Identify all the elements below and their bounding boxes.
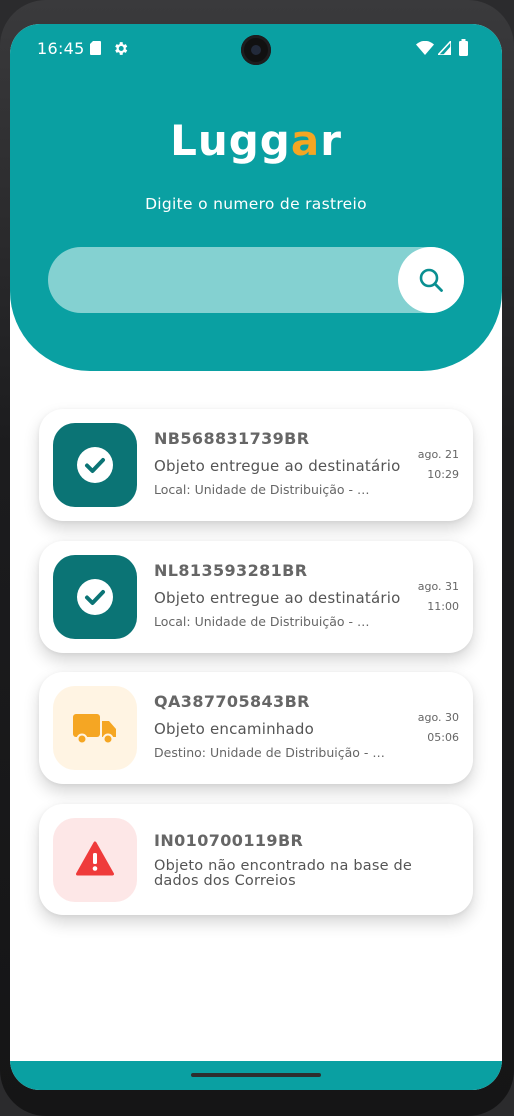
search-hint: Digite o numero de rastreio xyxy=(145,195,367,213)
front-camera xyxy=(241,35,271,65)
phone-frame: 16:45 Luggar Digite o numero de rastreio… xyxy=(0,0,514,1116)
package-date: ago. 21 xyxy=(417,448,459,461)
package-status: Objeto entregue ao destinatário xyxy=(154,457,401,475)
tracking-code: IN010700119BR xyxy=(154,831,304,850)
package-status: Objeto encaminhado xyxy=(154,720,315,738)
tracking-code: NL813593281BR xyxy=(154,561,308,580)
check-circle-icon xyxy=(77,447,113,483)
app-screen: 16:45 Luggar Digite o numero de rastreio… xyxy=(10,24,502,1090)
package-card[interactable]: NB568831739BR Objeto entregue ao destina… xyxy=(39,409,473,521)
gear-icon xyxy=(115,42,128,55)
header: 16:45 Luggar Digite o numero de rastreio xyxy=(10,24,502,371)
battery-icon xyxy=(459,39,468,56)
package-time: 11:00 xyxy=(427,600,459,613)
signal-icon xyxy=(438,41,451,55)
package-time: 05:06 xyxy=(427,731,459,744)
warning-icon xyxy=(76,841,114,876)
check-circle-icon xyxy=(77,579,113,615)
tracking-code: NB568831739BR xyxy=(154,429,310,448)
package-location: Local: Unidade de Distribuição - … xyxy=(154,614,370,629)
delivered-status-badge xyxy=(53,423,137,507)
tracking-number-input[interactable] xyxy=(68,247,392,315)
package-card[interactable]: IN010700119BR Objeto não encontrado na b… xyxy=(39,804,473,915)
error-status-badge xyxy=(53,818,137,902)
search-button[interactable] xyxy=(398,247,464,313)
package-status: Objeto não encontrado na base de dados d… xyxy=(154,858,413,889)
wifi-icon xyxy=(416,41,434,55)
sd-card-icon xyxy=(90,41,101,55)
tracking-code: QA387705843BR xyxy=(154,692,310,711)
logo-text-accent: a xyxy=(290,116,321,165)
search-icon xyxy=(419,268,443,292)
truck-icon xyxy=(73,714,116,745)
logo-text-main: Lugg xyxy=(170,116,291,165)
status-time: 16:45 xyxy=(37,39,85,58)
search-bar xyxy=(48,247,464,315)
in-transit-status-badge xyxy=(53,686,137,770)
app-logo: Luggar xyxy=(10,116,502,165)
bottom-bar xyxy=(10,1061,502,1090)
logo-text-end: r xyxy=(320,116,342,165)
package-status: Objeto entregue ao destinatário xyxy=(154,589,401,607)
package-time: 10:29 xyxy=(427,468,459,481)
package-date: ago. 30 xyxy=(417,711,459,724)
package-date: ago. 31 xyxy=(417,580,459,593)
package-card[interactable]: NL813593281BR Objeto entregue ao destina… xyxy=(39,541,473,653)
delivered-status-badge xyxy=(53,555,137,639)
status-bar: 16:45 xyxy=(10,24,502,72)
package-location: Local: Unidade de Distribuição - … xyxy=(154,482,370,497)
home-indicator[interactable] xyxy=(191,1073,321,1077)
package-location: Destino: Unidade de Distribuição - … xyxy=(154,745,385,760)
package-card[interactable]: QA387705843BR Objeto encaminhado Destino… xyxy=(39,672,473,784)
